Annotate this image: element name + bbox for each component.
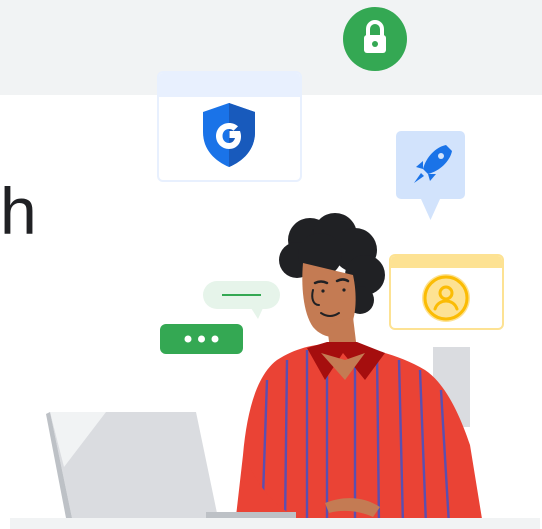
illustration-scene: h xyxy=(0,0,542,529)
security-card-header xyxy=(159,73,300,97)
google-shield-icon xyxy=(200,101,258,169)
partial-heading-text: h xyxy=(0,174,37,248)
laptop-icon xyxy=(46,412,296,522)
lock-icon xyxy=(343,7,407,71)
floor-band xyxy=(10,518,540,529)
